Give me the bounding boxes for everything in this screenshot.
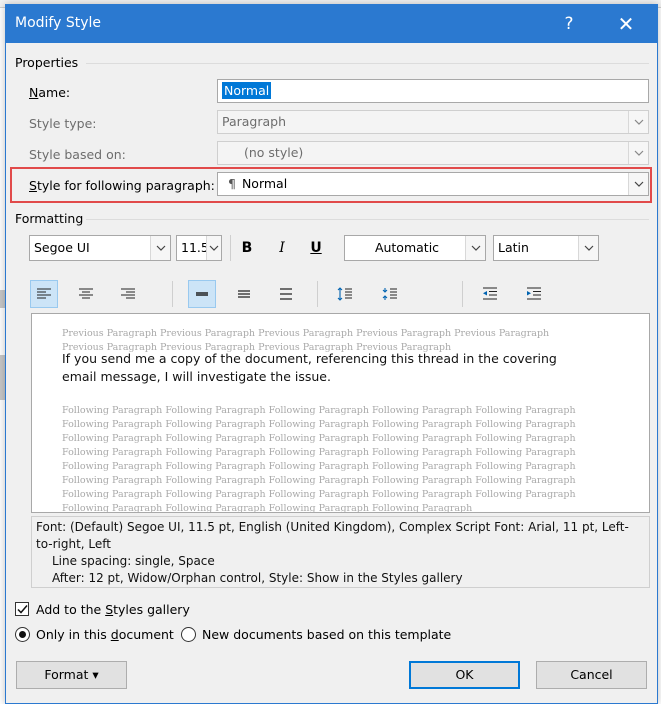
chevron-down-icon bbox=[628, 142, 648, 164]
divider bbox=[317, 281, 318, 307]
format-button[interactable]: Format ▾ bbox=[16, 661, 127, 689]
chevron-down-icon[interactable] bbox=[206, 236, 221, 260]
style-type-label: Style type: bbox=[29, 116, 97, 131]
font-size-value: 11.5 bbox=[181, 240, 209, 255]
style-following-value: Normal bbox=[241, 176, 288, 191]
style-based-on-label: Style based on: bbox=[29, 147, 126, 162]
name-input-value: Normal bbox=[222, 82, 272, 99]
style-following-select[interactable]: ¶ Normal bbox=[217, 172, 649, 196]
properties-heading: Properties bbox=[15, 55, 79, 70]
checkmark-icon bbox=[17, 605, 28, 614]
title-bar: Modify Style ? ✕ bbox=[6, 5, 657, 43]
dialog-title: Modify Style bbox=[15, 15, 102, 31]
style-description: Font: (Default) Segoe UI, 11.5 pt, Engli… bbox=[31, 516, 650, 588]
description-line: After: 12 pt, Widow/Orphan control, Styl… bbox=[52, 571, 463, 585]
close-button[interactable]: ✕ bbox=[603, 5, 649, 43]
add-to-gallery-label[interactable]: Add to the Styles gallery bbox=[36, 602, 190, 617]
font-value: Segoe UI bbox=[34, 240, 90, 255]
bold-button[interactable]: B bbox=[234, 235, 260, 261]
font-color-value: Automatic bbox=[374, 240, 440, 255]
increase-indent-icon[interactable] bbox=[520, 280, 548, 308]
italic-button[interactable]: I bbox=[269, 235, 295, 261]
chevron-down-icon[interactable] bbox=[578, 236, 598, 260]
font-select[interactable]: Segoe UI bbox=[29, 235, 171, 261]
name-input[interactable]: Normal bbox=[217, 79, 649, 103]
font-color-select[interactable]: Automatic bbox=[344, 235, 486, 261]
font-size-select[interactable]: 11.5 bbox=[176, 235, 222, 261]
style-preview: Previous Paragraph Previous Paragraph Pr… bbox=[31, 313, 650, 513]
decrease-indent-icon[interactable] bbox=[476, 280, 504, 308]
formatting-heading: Formatting bbox=[15, 211, 84, 226]
name-label: Name: bbox=[29, 85, 71, 100]
modify-style-dialog: Modify Style ? ✕ Properties Name: Normal… bbox=[5, 4, 658, 704]
chevron-down-icon[interactable] bbox=[465, 236, 485, 260]
dropdown-arrow-icon: ▾ bbox=[92, 667, 99, 682]
only-this-document-radio[interactable] bbox=[15, 627, 30, 642]
divider bbox=[86, 63, 649, 64]
align-left-icon[interactable] bbox=[30, 280, 58, 308]
style-following-label: Style for following paragraph: bbox=[29, 178, 215, 193]
style-type-select: Paragraph bbox=[217, 110, 649, 134]
chevron-down-icon[interactable] bbox=[150, 236, 170, 260]
preview-sample-text: If you send me a copy of the document, r… bbox=[62, 351, 557, 384]
decrease-spacing-icon[interactable] bbox=[376, 280, 404, 308]
chevron-down-icon bbox=[628, 111, 648, 133]
divider bbox=[230, 235, 231, 261]
cancel-button[interactable]: Cancel bbox=[536, 661, 647, 689]
style-type-value: Paragraph bbox=[222, 114, 287, 129]
double-spacing-icon[interactable] bbox=[272, 280, 300, 308]
align-center-icon[interactable] bbox=[72, 280, 100, 308]
radio-selected-icon bbox=[19, 631, 26, 638]
divider bbox=[172, 281, 173, 307]
add-to-gallery-checkbox[interactable] bbox=[15, 602, 29, 616]
language-value: Latin bbox=[498, 240, 529, 255]
preview-following-paragraph: Following Paragraph Following Paragraph … bbox=[62, 405, 576, 513]
single-spacing-icon[interactable] bbox=[188, 280, 216, 308]
increase-spacing-icon[interactable] bbox=[331, 280, 359, 308]
description-line: Line spacing: single, Space bbox=[52, 554, 215, 568]
description-line: Font: (Default) Segoe UI, 11.5 pt, Engli… bbox=[36, 520, 629, 551]
underline-button[interactable]: U bbox=[303, 235, 329, 261]
ok-button[interactable]: OK bbox=[409, 661, 520, 689]
help-button[interactable]: ? bbox=[546, 5, 592, 43]
divider bbox=[462, 281, 463, 307]
style-based-on-select: (no style) bbox=[217, 141, 649, 165]
only-this-document-label[interactable]: Only in this document bbox=[36, 627, 174, 642]
paragraph-mark-icon: ¶ bbox=[228, 176, 236, 191]
one-half-spacing-icon[interactable] bbox=[230, 280, 258, 308]
chevron-down-icon[interactable] bbox=[628, 173, 648, 195]
language-select[interactable]: Latin bbox=[493, 235, 599, 261]
new-documents-label[interactable]: New documents based on this template bbox=[202, 627, 451, 642]
style-based-on-value: (no style) bbox=[244, 145, 304, 160]
divider bbox=[86, 219, 649, 220]
new-documents-radio[interactable] bbox=[181, 627, 196, 642]
align-right-icon[interactable] bbox=[114, 280, 142, 308]
